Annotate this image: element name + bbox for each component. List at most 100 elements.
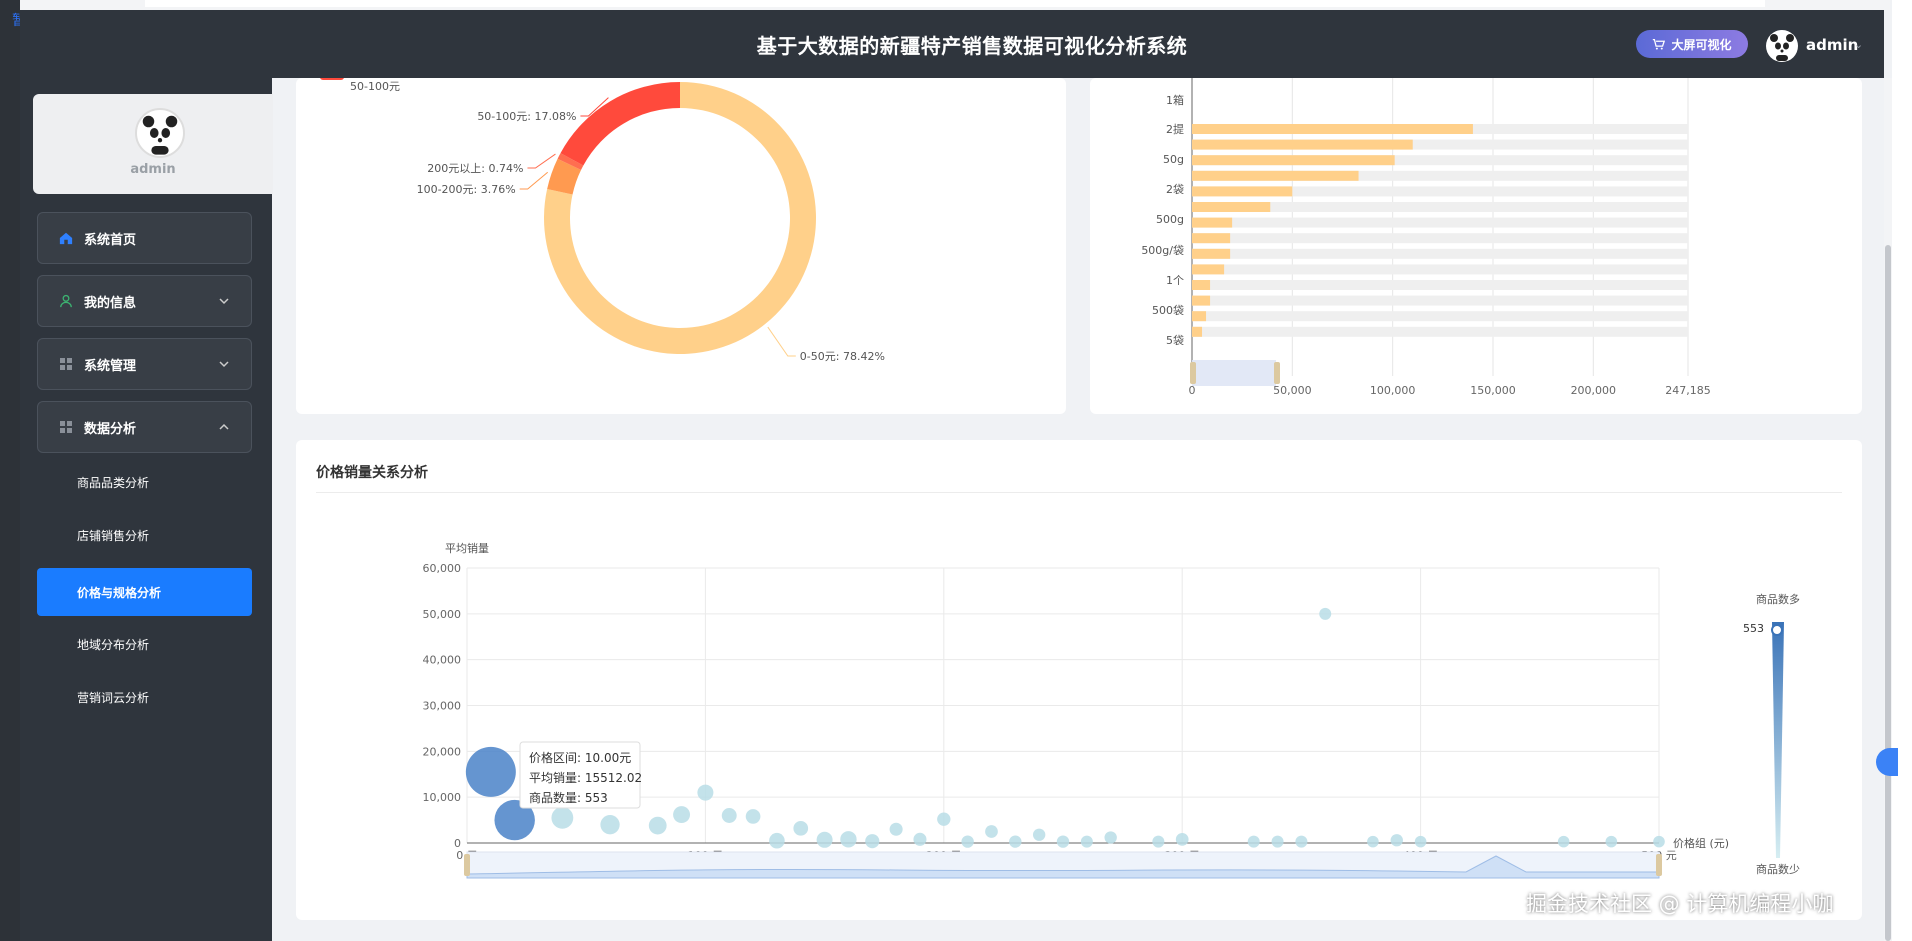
tooltip-line: 价格区间: 10.00元	[529, 750, 631, 765]
pie-label: 50-100元: 17.08%	[477, 110, 576, 123]
visualmap-max-label: 商品数多	[1756, 592, 1800, 606]
scatter-point	[985, 825, 998, 838]
bar-background	[1192, 217, 1688, 228]
y-tick-label: 5袋	[1166, 333, 1184, 347]
scatter-point	[1271, 835, 1284, 848]
sidebar-subitem-region[interactable]: 地域分布分析	[37, 620, 252, 668]
bigscreen-button[interactable]: 大屏可视化	[1636, 30, 1748, 58]
tooltip-line: 商品数量: 553	[529, 790, 608, 805]
scatter-point	[961, 835, 974, 848]
pie-label: 200元以上: 0.74%	[427, 162, 523, 175]
sidebar-subitem-store-sales[interactable]: 店铺销售分析	[37, 511, 252, 559]
bar	[1192, 295, 1211, 306]
zoom-slider	[1192, 360, 1276, 386]
scatter-point	[816, 831, 833, 848]
scatter-point	[1653, 835, 1665, 848]
bar-background	[1192, 280, 1688, 290]
y-tick-label: 2袋	[1166, 182, 1184, 196]
avatar[interactable]	[1766, 30, 1798, 62]
y-tick-label: 60,000	[423, 562, 462, 575]
sidebar-item-home[interactable]: 系统首页	[37, 212, 252, 264]
scatter-point	[697, 784, 714, 801]
scatter-point	[465, 746, 516, 797]
bar-background	[1192, 295, 1688, 306]
cart-icon	[1653, 38, 1666, 50]
side-panel-toggle[interactable]	[1876, 748, 1898, 776]
visualmap-bar	[1772, 622, 1784, 858]
y-tick-label: 50,000	[423, 608, 462, 621]
sidebar-item-system-management[interactable]: 系统管理	[37, 338, 252, 390]
bar	[1192, 202, 1271, 212]
y-tick-label: 500袋	[1152, 303, 1184, 317]
watermark: 掘金技术社区 @ 计算机编程小咖	[1526, 892, 1834, 916]
bar	[1192, 155, 1395, 166]
top-bar	[20, 0, 1890, 10]
scatter-point	[1319, 607, 1332, 620]
scatter-point	[648, 816, 667, 835]
y-tick-label: 1箱	[1166, 93, 1184, 107]
visualmap-handle	[1771, 624, 1783, 636]
x-tick-label: 150,000	[1470, 384, 1516, 397]
price-range-pie-chart: 50-100元 0-50元: 78.42% 100-200元: 3.76% 200元以…	[320, 66, 885, 363]
header-username[interactable]: admin	[1806, 36, 1858, 54]
scatter-point	[840, 831, 857, 848]
bar	[1192, 248, 1231, 259]
zoom-handle-left	[1190, 362, 1196, 384]
y-axis-title: 平均销量	[445, 541, 489, 555]
sidebar-subitem-category[interactable]: 商品品类分析	[37, 458, 252, 506]
chevron-down-icon[interactable]: ⌄	[1854, 38, 1863, 51]
bar	[1192, 233, 1231, 244]
sidebar: admin 系统首页 我的信息 系统管理 数据分析 商品品类分析 店铺销售分析 …	[20, 78, 273, 941]
pie-label-line	[767, 326, 796, 357]
datazoom-handle-left	[464, 854, 470, 876]
bar	[1192, 217, 1233, 228]
legend-swatch	[320, 66, 344, 80]
pie-slice	[560, 82, 680, 166]
y-tick-label: 50g	[1163, 153, 1184, 166]
sidebar-subitem-wordcloud[interactable]: 营销词云分析	[37, 673, 252, 721]
bar	[1192, 124, 1473, 134]
price-sales-card: 价格销量关系分析 平均销量 0 10,000 20,000 30,000 40,000 50…	[296, 440, 1862, 920]
scatter-point	[937, 812, 951, 826]
profile-name: admin	[130, 162, 176, 177]
bar	[1192, 170, 1359, 181]
header: 基于大数据的新疆特产销售数据可视化分析系统 大屏可视化 admin ⌄	[20, 10, 1884, 78]
bigscreen-label: 大屏可视化	[1671, 37, 1732, 52]
card-divider	[316, 492, 1842, 493]
x-tick-label: 247,185	[1665, 384, 1711, 397]
price-sales-scatter-chart: 平均销量010,00020,00030,00040,00050,00060,00…	[423, 541, 1800, 879]
bar	[1192, 264, 1225, 275]
tooltip: 价格区间: 10.00元平均销量: 15512.02 商品数量: 553	[519, 741, 642, 809]
y-tick-label: 500g/袋	[1141, 243, 1184, 257]
spec-bar-card: 0 50,000 100,000 150,000 200,000 247,185 1箱 2提 5…	[1090, 78, 1862, 414]
legend-label: 50-100元	[350, 80, 400, 93]
scatter-point	[1414, 835, 1427, 848]
scatter-point	[769, 832, 785, 849]
scatter-point	[673, 806, 691, 824]
sidebar-item-my-info[interactable]: 我的信息	[37, 275, 252, 327]
sidebar-subitem-price-spec[interactable]: 价格与规格分析	[37, 568, 252, 616]
y-tick-label: 2提	[1166, 123, 1184, 136]
x-axis-title: 价格组 (元)	[1673, 836, 1729, 850]
scatter-point	[1056, 835, 1070, 848]
bar	[1192, 186, 1293, 197]
scatter-point	[600, 815, 620, 835]
bar	[1192, 139, 1413, 150]
scatter-point	[1557, 835, 1570, 848]
chevron-up-icon	[219, 423, 229, 430]
scatter-point	[1247, 835, 1260, 848]
profile-card: admin	[33, 94, 273, 194]
y-tick-label: 500g	[1156, 213, 1184, 226]
scrollbar-thumb[interactable]	[1885, 245, 1891, 941]
sidebar-item-data-analysis[interactable]: 数据分析	[37, 401, 252, 453]
scatter-point	[551, 806, 574, 829]
scatter-point	[865, 834, 880, 849]
x-tick-label: 100,000	[1370, 384, 1416, 397]
scatter-point	[1104, 831, 1117, 844]
zoom-handle-right	[1274, 362, 1280, 384]
scatter-point	[745, 809, 761, 824]
right-edge	[1892, 0, 1912, 941]
scatter-point	[721, 808, 737, 823]
spec-bar-chart: 0 50,000 100,000 150,000 200,000 247,1851箱2提5…	[1141, 78, 1711, 397]
bar-background	[1192, 326, 1688, 337]
